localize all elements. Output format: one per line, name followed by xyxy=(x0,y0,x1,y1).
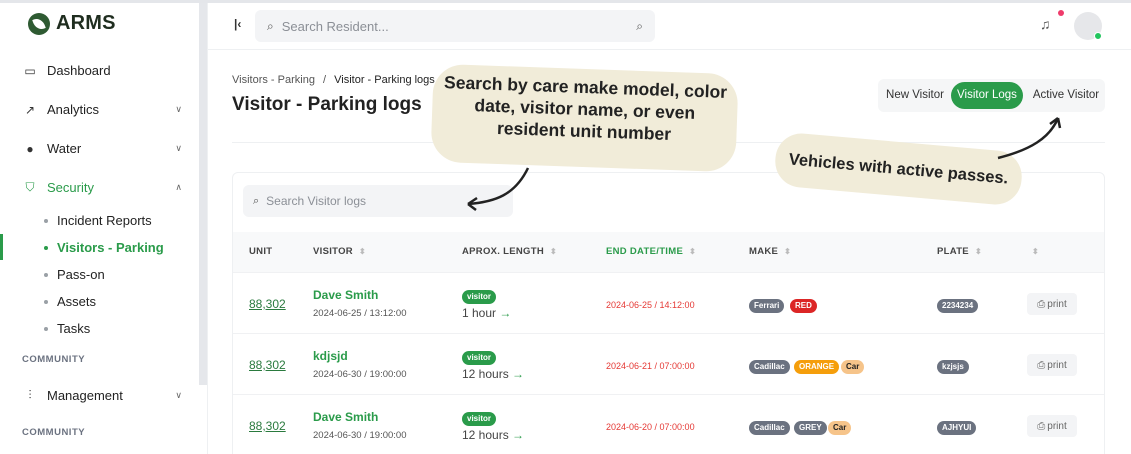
annotation-arrows xyxy=(467,117,1062,211)
arrow-to-active-visitor xyxy=(997,117,1060,160)
